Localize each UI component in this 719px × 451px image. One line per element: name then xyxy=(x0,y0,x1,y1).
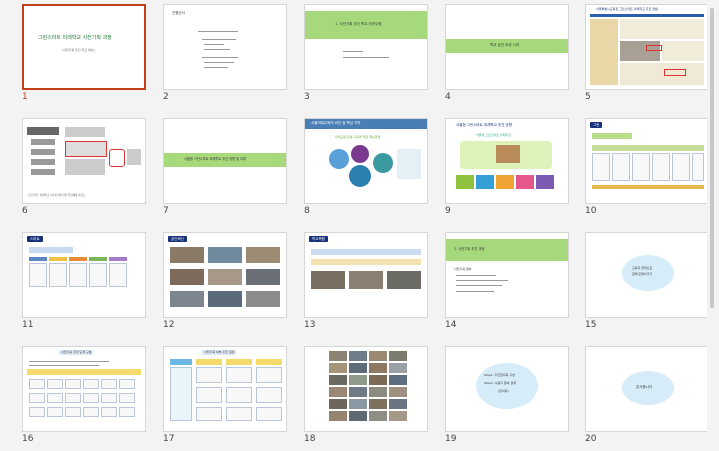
slide-number-20: 20 xyxy=(585,434,597,444)
slide-thumbnail-1[interactable]: 그린스마트 미래학교 사전기획 과정 (사전기획 추진 학교 대상) 1 xyxy=(22,4,146,108)
slide-8-title: 서울미래교육의 비전 및 핵심 가치 xyxy=(311,121,361,125)
slide-7-band: 서울형 그린스마트 미래학교 추진 방향 및 과제 xyxy=(184,157,246,161)
slide-8-preview[interactable]: 서울미래교육의 비전 및 핵심 가치 미래교육 환경 구축을 위한 핵심과제 xyxy=(304,118,428,204)
slide-number-3: 3 xyxy=(304,92,310,102)
slide-12-tab: 공간혁신 xyxy=(168,236,187,242)
slide-number-8: 8 xyxy=(304,206,310,216)
slide-thumbnail-5[interactable]: 서울특별시교육청 그린스마트 미래학교 추진 현황 5 xyxy=(585,4,709,108)
slide-number-7: 7 xyxy=(163,206,169,216)
slide-number-14: 14 xyxy=(445,320,457,330)
slide-16-title: 사전기획 추진 단계 구분 xyxy=(59,350,94,355)
slide-4-band: 학교 공간 조성 시작 xyxy=(490,43,520,47)
slide-thumbnail-18[interactable]: 18 xyxy=(304,346,428,450)
slide-2-title: 진행순서 xyxy=(172,11,185,15)
slide-thumbnail-15[interactable]: 교육과 협력으로 함께 만들어가기 15 xyxy=(585,232,709,336)
slide-number-16: 16 xyxy=(22,434,34,444)
slide-thumbnail-13[interactable]: 학교복합 13 xyxy=(304,232,428,336)
slide-thumbnail-7[interactable]: 서울형 그린스마트 미래학교 추진 방향 및 과제 7 xyxy=(163,118,287,222)
slide-thumbnail-2[interactable]: 진행순서 2 xyxy=(163,4,287,108)
slide-17-title: 사전기획 세부 추진 일정 xyxy=(202,350,237,355)
slide-9-subtitle: 서울형 그린스마트 미래학교 xyxy=(476,133,512,137)
slide-10-tab: 그린 xyxy=(590,122,603,128)
slide-15-line2: 함께 만들어가기 xyxy=(632,272,653,276)
slide-number-5: 5 xyxy=(585,92,591,102)
slide-19-line3: (협의회) xyxy=(498,389,509,393)
slide-20-line1: 감사합니다 xyxy=(636,385,653,389)
slide-8-subtitle: 미래교육 환경 구축을 위한 핵심과제 xyxy=(335,135,381,139)
slide-20-preview[interactable]: 감사합니다 xyxy=(585,346,709,432)
slide-number-19: 19 xyxy=(445,434,457,444)
slide-15-line1: 교육과 협력으로 xyxy=(632,266,653,270)
slide-number-17: 17 xyxy=(163,434,175,444)
slide-16-preview[interactable]: 사전기획 추진 단계 구분 xyxy=(22,346,146,432)
slide-2-preview[interactable]: 진행순서 xyxy=(163,4,287,90)
slide-15-preview[interactable]: 교육과 협력으로 함께 만들어가기 xyxy=(585,232,709,318)
slide-thumbnail-6[interactable]: 그린스마트 미래학교 1단계 사전기획 추진체계 흐름도 6 xyxy=(22,118,146,222)
slide-19-line1: Step1. 추진협의회 구성 xyxy=(484,373,515,377)
slide-number-2: 2 xyxy=(163,92,169,102)
slide-7-preview[interactable]: 서울형 그린스마트 미래학교 추진 방향 및 과제 xyxy=(163,118,287,204)
slide-5-preview[interactable]: 서울특별시교육청 그린스마트 미래학교 추진 현황 xyxy=(585,4,709,90)
slide-17-preview[interactable]: 사전기획 세부 추진 일정 xyxy=(163,346,287,432)
slide-thumbnail-14[interactable]: 2. 사전기획 추진 과정 사전기획 절차 14 xyxy=(445,232,569,336)
slide-13-tab: 학교복합 xyxy=(309,236,328,242)
slide-14-heading: 2. 사전기획 추진 과정 xyxy=(454,247,485,251)
slide-thumbnail-10[interactable]: 그린 10 xyxy=(585,118,709,222)
slide-number-1: 1 xyxy=(22,92,28,102)
slide-number-11: 11 xyxy=(22,320,34,330)
slide-thumbnail-4[interactable]: 학교 공간 조성 시작 4 xyxy=(445,4,569,108)
slide-number-6: 6 xyxy=(22,206,28,216)
slide-6-preview[interactable]: 그린스마트 미래학교 1단계 사전기획 추진체계 흐름도 xyxy=(22,118,146,204)
slide-11-tab: 스마트 xyxy=(27,236,43,242)
slide-sorter: 그린스마트 미래학교 사전기획 과정 (사전기획 추진 학교 대상) 1 진행순… xyxy=(0,0,719,451)
slide-thumbnail-17[interactable]: 사전기획 세부 추진 일정 17 xyxy=(163,346,287,450)
slide-number-18: 18 xyxy=(304,434,316,444)
slide-number-9: 9 xyxy=(445,206,451,216)
slide-3-preview[interactable]: 1. 사전기획 추진 학교 의견수렴 xyxy=(304,4,428,90)
slide-18-preview[interactable] xyxy=(304,346,428,432)
slide-6-caption: 그린스마트 미래학교 1단계 사전기획 추진체계 흐름도 xyxy=(27,194,86,197)
vertical-scrollbar-thumb[interactable] xyxy=(710,8,714,308)
slide-14-preview[interactable]: 2. 사전기획 추진 과정 사전기획 절차 xyxy=(445,232,569,318)
slide-19-preview[interactable]: Step1. 추진협의회 구성 Step2. 사용자 참여 설계 (협의회) xyxy=(445,346,569,432)
slide-3-heading: 1. 사전기획 추진 학교 의견수렴 xyxy=(335,22,382,26)
slide-number-15: 15 xyxy=(585,320,597,330)
slide-19-line2: Step2. 사용자 참여 설계 xyxy=(484,381,516,385)
slide-11-preview[interactable]: 스마트 xyxy=(22,232,146,318)
slide-10-preview[interactable]: 그린 xyxy=(585,118,709,204)
slide-9-preview[interactable]: 서울형 그린스마트 미래학교 추진 방향 서울형 그린스마트 미래학교 xyxy=(445,118,569,204)
slide-thumbnail-19[interactable]: Step1. 추진협의회 구성 Step2. 사용자 참여 설계 (협의회) 1… xyxy=(445,346,569,450)
slide-13-preview[interactable]: 학교복합 xyxy=(304,232,428,318)
slide-thumbnail-20[interactable]: 감사합니다 20 xyxy=(585,346,709,450)
slide-thumbnail-11[interactable]: 스마트 11 xyxy=(22,232,146,336)
slide-number-4: 4 xyxy=(445,92,451,102)
slide-5-title: 서울특별시교육청 그린스마트 미래학교 추진 현황 xyxy=(596,7,658,11)
slide-thumbnail-8[interactable]: 서울미래교육의 비전 및 핵심 가치 미래교육 환경 구축을 위한 핵심과제 8 xyxy=(304,118,428,222)
slide-9-title: 서울형 그린스마트 미래학교 추진 방향 xyxy=(456,123,512,127)
slide-number-12: 12 xyxy=(163,320,175,330)
slide-number-13: 13 xyxy=(304,320,316,330)
slide-thumbnail-12[interactable]: 공간혁신 12 xyxy=(163,232,287,336)
slide-14-subheading: 사전기획 절차 xyxy=(454,267,472,271)
slide-thumbnail-9[interactable]: 서울형 그린스마트 미래학교 추진 방향 서울형 그린스마트 미래학교 9 xyxy=(445,118,569,222)
slide-12-preview[interactable]: 공간혁신 xyxy=(163,232,287,318)
slide-thumbnail-16[interactable]: 사전기획 추진 단계 구분 16 xyxy=(22,346,146,450)
slide-4-preview[interactable]: 학교 공간 조성 시작 xyxy=(445,4,569,90)
slide-thumbnail-3[interactable]: 1. 사전기획 추진 학교 의견수렴 3 xyxy=(304,4,428,108)
slide-1-subtitle: (사전기획 추진 학교 대상) xyxy=(62,48,95,52)
slide-number-10: 10 xyxy=(585,206,597,216)
slide-1-preview[interactable]: 그린스마트 미래학교 사전기획 과정 (사전기획 추진 학교 대상) xyxy=(22,4,146,90)
slide-1-title: 그린스마트 미래학교 사전기획 과정 xyxy=(38,35,112,41)
